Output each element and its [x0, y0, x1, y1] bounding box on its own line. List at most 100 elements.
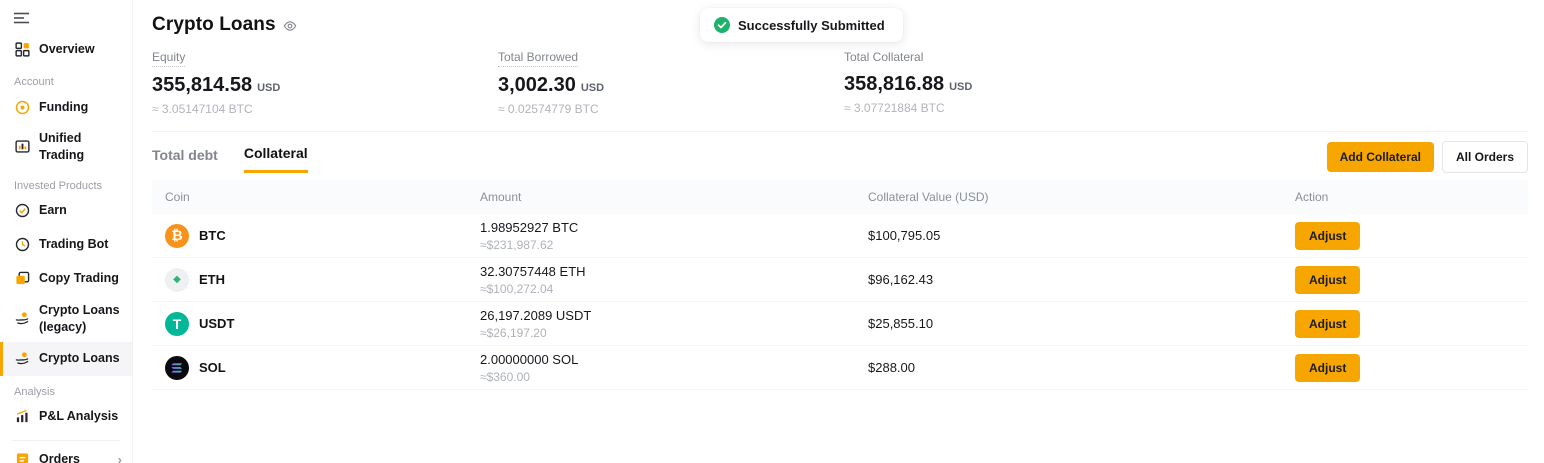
sidebar-item-label: Orders: [39, 451, 80, 463]
collateral-value: $100,795.05: [868, 228, 1295, 243]
stat-value: 358,816.88: [844, 73, 944, 96]
collateral-value: $288.00: [868, 360, 1295, 375]
table-row-usdt: T USDT 26,197.2089 USDT ≈$26,197.20 $25,…: [152, 302, 1528, 346]
stat-label: Total Collateral: [844, 50, 923, 66]
tab-total-debt[interactable]: Total debt: [152, 143, 218, 172]
amount-usd-approx: ≈$360.00: [480, 370, 868, 384]
chevron-right-icon: ›: [118, 451, 126, 463]
earn-icon: [14, 203, 30, 219]
sidebar-item-label: P&L Analysis: [39, 408, 118, 425]
adjust-button[interactable]: Adjust: [1295, 266, 1360, 294]
table-row-sol: SOL 2.00000000 SOL ≈$360.00 $288.00 Adju…: [152, 346, 1528, 390]
sidebar-item-label: Crypto Loans (legacy): [39, 302, 126, 336]
sidebar-item-crypto-loans-legacy[interactable]: Crypto Loans (legacy): [0, 296, 132, 342]
stat-label[interactable]: Total Borrowed: [498, 50, 578, 67]
sidebar-section-invested-products: Invested Products: [14, 180, 132, 192]
table-row-btc: ₿ BTC 1.98952927 BTC ≈$231,987.62 $100,7…: [152, 214, 1528, 258]
amount-value: 26,197.2089 USDT: [480, 308, 868, 323]
funding-icon: [14, 99, 30, 115]
adjust-button[interactable]: Adjust: [1295, 222, 1360, 250]
sidebar-item-copy-trading[interactable]: Copy Trading: [0, 262, 132, 296]
sidebar-item-trading-bot[interactable]: Trading Bot: [0, 228, 132, 262]
stat-unit: USD: [581, 82, 604, 94]
success-check-icon: [714, 17, 730, 33]
table-header: Coin Amount Collateral Value (USD) Actio…: [152, 180, 1528, 214]
visibility-eye-icon[interactable]: [283, 19, 297, 33]
crypto-loans-page: Overview Account Funding Unified Trading…: [0, 0, 1544, 463]
stats-row: Equity 355,814.58 USD ≈ 3.05147104 BTC T…: [152, 48, 1528, 116]
collateral-table: Coin Amount Collateral Value (USD) Actio…: [152, 180, 1528, 390]
adjust-button[interactable]: Adjust: [1295, 354, 1360, 382]
amount-usd-approx: ≈$26,197.20: [480, 326, 868, 340]
col-header-amount: Amount: [480, 190, 868, 204]
success-toast: Successfully Submitted: [700, 8, 903, 42]
sidebar-item-label: Crypto Loans: [39, 350, 120, 367]
sidebar-item-label: Earn: [39, 202, 67, 219]
collapse-sidebar-icon[interactable]: [14, 8, 34, 28]
stat-value: 355,814.58: [152, 74, 252, 97]
coin-symbol: USDT: [199, 316, 234, 331]
tab-collateral[interactable]: Collateral: [244, 141, 308, 173]
btc-icon: ₿: [165, 224, 189, 248]
overview-icon: [14, 41, 30, 57]
sidebar-item-label: Overview: [39, 41, 95, 58]
stat-total-borrowed: Total Borrowed 3,002.30 USD ≈ 0.02574779…: [498, 48, 844, 116]
sidebar-divider: [12, 440, 120, 441]
stat-value: 3,002.30: [498, 74, 576, 97]
sidebar-item-label: Trading Bot: [39, 236, 108, 253]
amount-value: 1.98952927 BTC: [480, 220, 868, 235]
sidebar-item-crypto-loans[interactable]: Crypto Loans: [0, 342, 132, 376]
all-orders-button[interactable]: All Orders: [1442, 141, 1528, 173]
tab-bar: Total debt Collateral Add Collateral All…: [152, 141, 1528, 173]
page-title: Crypto Loans: [152, 14, 276, 36]
orders-icon: [14, 452, 30, 463]
sidebar-item-label: Copy Trading: [39, 270, 119, 287]
amount-value: 32.30757448 ETH: [480, 264, 868, 279]
stat-unit: USD: [949, 81, 972, 93]
stat-label[interactable]: Equity: [152, 50, 185, 67]
sol-icon: [165, 356, 189, 380]
unified-trading-icon: [14, 139, 30, 155]
col-header-collateral-value: Collateral Value (USD): [868, 190, 1295, 204]
sidebar-item-earn[interactable]: Earn: [0, 194, 132, 228]
coin-symbol: BTC: [199, 228, 226, 243]
sidebar: Overview Account Funding Unified Trading…: [0, 0, 133, 463]
sidebar-item-overview[interactable]: Overview: [0, 32, 132, 66]
amount-usd-approx: ≈$100,272.04: [480, 282, 868, 296]
coin-symbol: ETH: [199, 272, 225, 287]
header-divider: [152, 131, 1528, 132]
col-header-action: Action: [1295, 190, 1528, 204]
toast-message: Successfully Submitted: [738, 18, 885, 33]
sidebar-section-analysis: Analysis: [14, 386, 132, 398]
copy-trading-icon: [14, 271, 30, 287]
sidebar-item-funding[interactable]: Funding: [0, 90, 132, 124]
trading-bot-icon: [14, 237, 30, 253]
add-collateral-button[interactable]: Add Collateral: [1327, 142, 1434, 172]
sidebar-item-unified-trading[interactable]: Unified Trading: [0, 124, 132, 170]
sidebar-section-account: Account: [14, 76, 132, 88]
usdt-icon: T: [165, 312, 189, 336]
collateral-value: $25,855.10: [868, 316, 1295, 331]
collateral-value: $96,162.43: [868, 272, 1295, 287]
adjust-button[interactable]: Adjust: [1295, 310, 1360, 338]
amount-usd-approx: ≈$231,987.62: [480, 238, 868, 252]
amount-value: 2.00000000 SOL: [480, 352, 868, 367]
sidebar-item-label: Unified Trading: [39, 130, 126, 164]
stat-approx-btc: ≈ 0.02574779 BTC: [498, 102, 844, 116]
coin-symbol: SOL: [199, 360, 226, 375]
stat-approx-btc: ≈ 3.07721884 BTC: [844, 101, 1190, 115]
crypto-loans-legacy-icon: [14, 311, 30, 327]
stat-equity: Equity 355,814.58 USD ≈ 3.05147104 BTC: [152, 48, 498, 116]
stat-unit: USD: [257, 82, 280, 94]
col-header-coin: Coin: [165, 190, 480, 204]
sidebar-item-orders[interactable]: Orders ›: [0, 443, 132, 463]
stat-total-collateral: Total Collateral 358,816.88 USD ≈ 3.0772…: [844, 48, 1190, 116]
main-content: Crypto Loans Equity 355,814.58 USD ≈ 3.0…: [133, 0, 1544, 463]
sidebar-item-pnl-analysis[interactable]: P&L Analysis: [0, 400, 132, 434]
table-row-eth: ◆ ETH 32.30757448 ETH ≈$100,272.04 $96,1…: [152, 258, 1528, 302]
sidebar-item-label: Funding: [39, 99, 88, 116]
crypto-loans-icon: [14, 351, 30, 367]
stat-approx-btc: ≈ 3.05147104 BTC: [152, 102, 498, 116]
pnl-analysis-icon: [14, 409, 30, 425]
eth-icon: ◆: [165, 268, 189, 292]
